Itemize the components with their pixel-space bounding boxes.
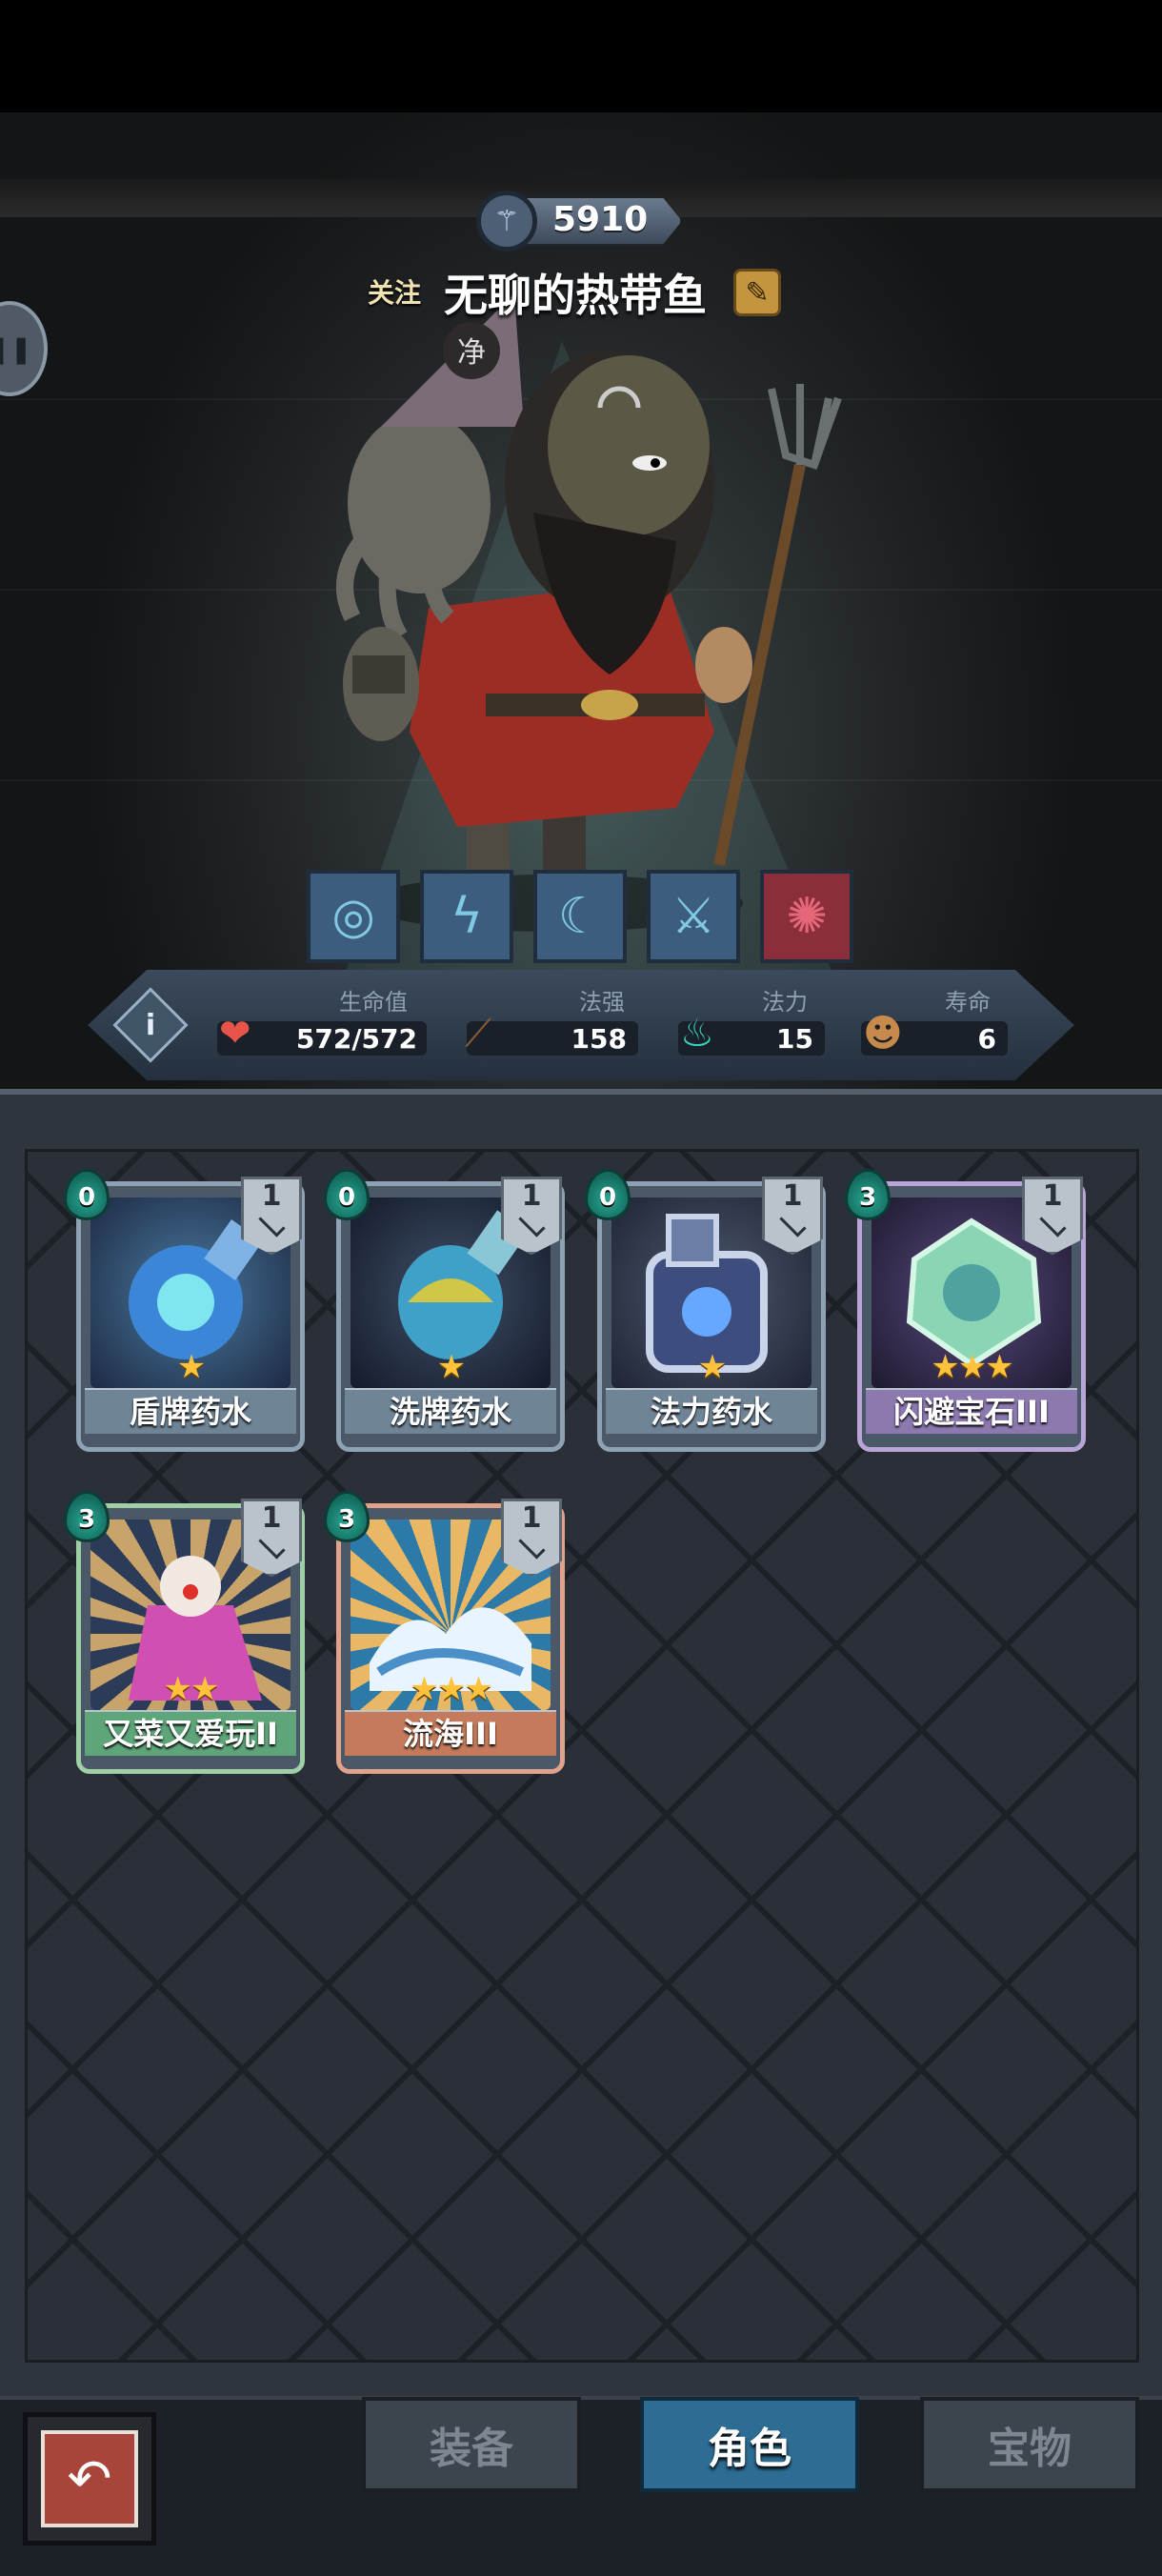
mana-value: 15	[776, 1023, 813, 1055]
ability-lightning[interactable]: ϟ	[420, 870, 513, 963]
card-level: 1	[1022, 1177, 1083, 1255]
ability-moon[interactable]: ☾	[533, 870, 627, 963]
card-level: 1	[241, 1177, 302, 1255]
card-noob-player[interactable]: ★★ 又菜又爱玩II 3 1	[64, 1491, 305, 1774]
status-bar-area	[0, 0, 1162, 112]
card-shuffle-potion[interactable]: ★ 洗牌药水 0 1	[324, 1169, 565, 1452]
demon-icon: ✺	[786, 888, 828, 945]
back-button[interactable]: ↶	[23, 2412, 156, 2546]
card-flowing-sea[interactable]: ★★★ 流海III 3 1	[324, 1491, 565, 1774]
card-name: 又菜又爱玩II	[85, 1710, 296, 1756]
player-name: 无聊的热带鱼	[444, 270, 707, 321]
card-stars: ★	[176, 1348, 206, 1386]
staff-icon: ⚚	[476, 191, 537, 252]
ability-vortex[interactable]: ◎	[307, 870, 400, 963]
card-mana-potion[interactable]: ★ 法力药水 0 1	[585, 1169, 826, 1452]
lightning-icon: ϟ	[450, 888, 484, 945]
hp-value: 572/572	[295, 1023, 417, 1055]
tab-equipment[interactable]: 装备	[362, 2397, 581, 2492]
vortex-icon: ◎	[331, 888, 375, 945]
card-level: 1	[241, 1499, 302, 1577]
follow-button[interactable]: 关注	[368, 272, 421, 311]
card-stars: ★★★	[410, 1670, 492, 1708]
card-level: 1	[501, 1499, 562, 1577]
hp-label: 生命值	[339, 989, 408, 1016]
card-stars: ★	[697, 1348, 727, 1386]
power-label: 法强	[579, 989, 625, 1016]
card-name: 法力药水	[606, 1388, 817, 1434]
power-badge: ⚚ 5910	[476, 191, 686, 252]
card-name: 盾牌药水	[85, 1388, 296, 1434]
card-dodge-gem[interactable]: ★★★ 闪避宝石III 3 1	[845, 1169, 1086, 1452]
life-icon: ☻	[863, 1012, 903, 1056]
ability-figure[interactable]: ⚔	[647, 870, 740, 963]
card-level: 1	[762, 1177, 823, 1255]
card-level: 1	[501, 1177, 562, 1255]
power-value: 5910	[552, 200, 649, 239]
info-icon: i	[145, 1008, 156, 1042]
card-name: 洗牌药水	[345, 1388, 556, 1434]
heart-icon: ❤	[219, 1012, 251, 1056]
card-name: 流海III	[345, 1710, 556, 1756]
power-stat-value: 158	[571, 1023, 627, 1055]
moon-icon: ☾	[557, 888, 603, 945]
stats-bar: i 生命值 ❤ 572/572 法强 ⟋ 158 法力 ♨ 15 寿命 ☻ 6	[88, 970, 1074, 1080]
return-arrow-icon: ↶	[41, 2430, 138, 2527]
life-label: 寿命	[945, 989, 991, 1016]
ability-demon[interactable]: ✺	[760, 870, 853, 963]
pause-icon: ❚❚	[0, 332, 32, 365]
pencil-icon: ✎	[745, 275, 770, 310]
card-stars: ★	[436, 1348, 466, 1386]
tab-character[interactable]: 角色	[640, 2397, 859, 2492]
svg-text:净: 净	[457, 336, 486, 370]
card-name: 闪避宝石III	[866, 1388, 1077, 1434]
edit-name-button[interactable]: ✎	[733, 269, 781, 316]
card-stars: ★★	[163, 1670, 220, 1708]
card-stars: ★★★	[931, 1348, 1013, 1386]
card-shield-potion[interactable]: ★ 盾牌药水 0 1	[64, 1169, 305, 1452]
figure-icon: ⚔	[671, 888, 716, 945]
mana-label: 法力	[762, 989, 808, 1016]
tab-treasure[interactable]: 宝物	[920, 2397, 1139, 2492]
life-value: 6	[977, 1023, 996, 1055]
staff-stat-icon: ⟋	[465, 1012, 491, 1056]
mana-flame-icon: ♨	[680, 1012, 714, 1056]
